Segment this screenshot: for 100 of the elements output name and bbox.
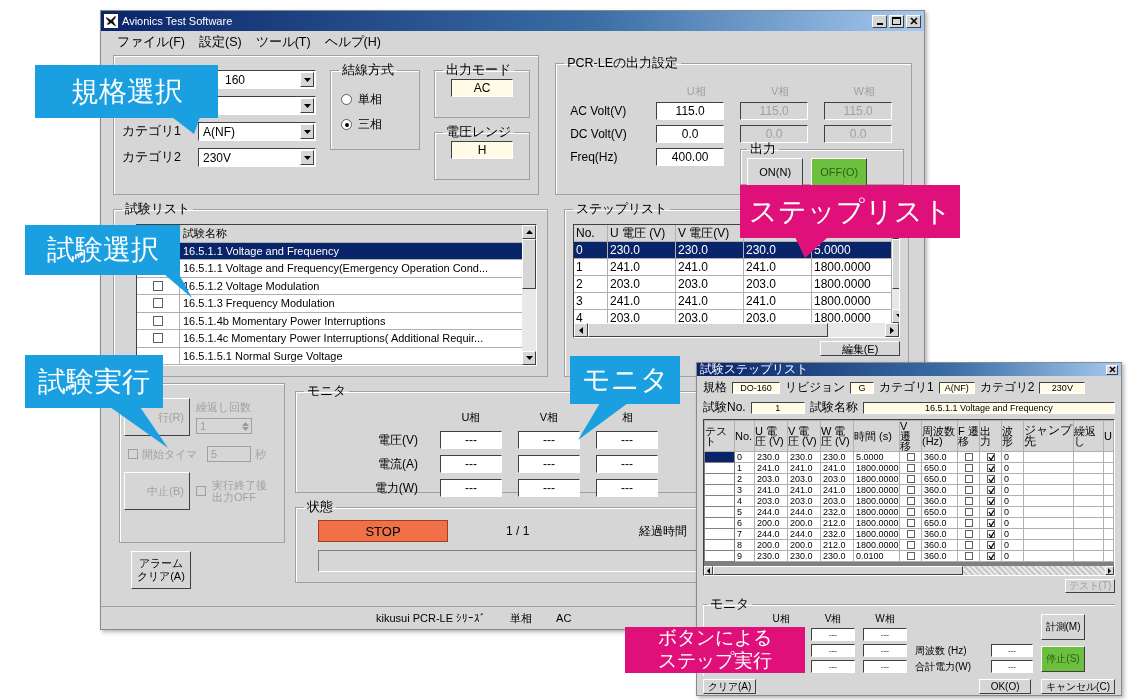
checkbox[interactable] (986, 530, 995, 539)
table-cell: 2 (734, 473, 755, 485)
checkbox[interactable] (964, 464, 973, 473)
checkbox[interactable] (986, 453, 995, 462)
scroll-thumb[interactable] (713, 566, 963, 575)
checkbox[interactable] (906, 453, 915, 462)
checkbox[interactable] (986, 519, 995, 528)
menu-item[interactable]: ヘルプ(H) (324, 34, 381, 48)
checkbox[interactable] (986, 497, 995, 506)
checkbox[interactable] (964, 453, 973, 462)
row-selector[interactable] (704, 539, 735, 551)
dropdown[interactable]: A(NF) (198, 122, 316, 141)
checkbox[interactable] (906, 497, 915, 506)
scrollbar[interactable] (574, 323, 899, 337)
row-selector[interactable] (704, 550, 735, 562)
checkbox[interactable] (964, 519, 973, 528)
checkbox[interactable] (986, 464, 995, 473)
checkbox[interactable] (906, 475, 915, 484)
checkbox[interactable] (986, 508, 995, 517)
input-field[interactable]: 0.0 (656, 124, 725, 143)
row-selector[interactable] (704, 517, 735, 529)
checkbox[interactable] (964, 541, 973, 550)
checkbox[interactable] (906, 508, 915, 517)
checkbox[interactable] (906, 519, 915, 528)
scroll-left-button[interactable] (574, 323, 588, 337)
scroll-up-button[interactable] (522, 225, 536, 239)
clear-button[interactable]: クリア(A) (703, 679, 757, 694)
alarm-clear-button[interactable]: アラーム クリア(A) (131, 551, 191, 589)
close-button[interactable] (1106, 364, 1118, 375)
checkbox[interactable] (986, 552, 995, 561)
close-button[interactable] (906, 14, 921, 28)
checkbox[interactable] (906, 464, 915, 473)
scroll-thumb[interactable] (588, 323, 828, 337)
scrollbar[interactable] (522, 225, 536, 365)
checkbox[interactable] (964, 508, 973, 517)
table-cell: 241.0 (820, 462, 854, 474)
ok-button[interactable]: OK(O) (979, 679, 1032, 694)
checkbox[interactable] (964, 530, 973, 539)
status-indicator: STOP (318, 520, 448, 542)
menu-item[interactable]: 設定(S) (198, 34, 242, 48)
minimize-button[interactable] (872, 14, 887, 28)
table-cell: 241.0 (744, 293, 812, 309)
test-name[interactable]: 16.5.1.4c Momentary Power Interruptions( Additional Requir... (180, 332, 484, 345)
checkbox[interactable] (986, 475, 995, 484)
menu-item[interactable]: ファイル(F) (117, 34, 185, 48)
checkbox[interactable] (964, 497, 973, 506)
test-name[interactable]: 16.5.1.5.1 Normal Surge Voltage (180, 349, 343, 362)
scroll-thumb[interactable] (522, 239, 536, 289)
table-cell: 5 (734, 506, 755, 518)
test-name[interactable]: 16.5.1.4b Momentary Power Interruptions (180, 314, 386, 327)
row-selector[interactable] (704, 462, 735, 474)
scroll-right-button[interactable] (1105, 566, 1114, 575)
callout-tooltip: 試験選択 (25, 225, 180, 275)
table-cell: 241.0 (787, 462, 821, 474)
table-cell: 200.0 (754, 517, 788, 529)
input-field[interactable]: 115.0 (656, 101, 725, 120)
radio-button[interactable] (341, 94, 352, 105)
checkbox[interactable] (153, 315, 163, 326)
row-selector[interactable] (704, 451, 735, 463)
row-selector[interactable] (704, 473, 735, 485)
edit-button[interactable]: 編集(E) (820, 341, 900, 356)
maximize-button[interactable] (889, 14, 904, 28)
checkbox[interactable] (964, 475, 973, 484)
checkbox[interactable] (906, 530, 915, 539)
checkbox[interactable] (153, 298, 163, 309)
checkbox[interactable] (986, 541, 995, 550)
test-name[interactable]: 16.5.1.3 Frequency Modulation (180, 297, 335, 310)
row-selector[interactable] (704, 506, 735, 518)
row-selector[interactable] (704, 528, 735, 540)
readout-field: --- (811, 628, 855, 641)
checkbox[interactable] (964, 552, 973, 561)
row-selector[interactable] (704, 495, 735, 507)
checkbox[interactable] (986, 486, 995, 495)
checkbox[interactable] (906, 486, 915, 495)
dropdown[interactable]: 230V (198, 148, 316, 167)
checkbox[interactable] (906, 541, 915, 550)
stop-button[interactable]: 停止(S) (1041, 645, 1085, 672)
checkbox[interactable] (153, 333, 163, 344)
input-field[interactable]: 400.00 (656, 147, 725, 166)
measure-button[interactable]: 計測(M) (1041, 614, 1085, 640)
checkbox[interactable] (128, 449, 138, 459)
scroll-down-button[interactable] (522, 351, 536, 365)
scrollbar[interactable] (704, 566, 1114, 575)
menu-item[interactable]: ツール(T) (255, 34, 311, 48)
radio-button[interactable] (341, 119, 352, 130)
test-name[interactable]: 16.5.1.2 Voltage Modulation (180, 279, 320, 292)
test-name[interactable]: 16.5.1.1 Voltage and Frequency(Emergency Operation Cond... (180, 262, 489, 275)
checkbox[interactable] (906, 552, 915, 561)
field-label: 規格 (703, 379, 727, 396)
cancel-button[interactable]: キャンセル(C) (1041, 679, 1115, 694)
scroll-right-button[interactable] (885, 323, 899, 337)
table-cell: 241.0 (820, 484, 854, 496)
scroll-left-button[interactable] (704, 566, 713, 575)
table-cell: 0 (1001, 495, 1024, 507)
checkbox[interactable] (964, 486, 973, 495)
checkbox[interactable] (153, 280, 163, 291)
output-button[interactable]: ON(N) (747, 158, 804, 186)
checkbox[interactable] (196, 486, 206, 496)
column-label: U相 (771, 612, 791, 626)
row-selector[interactable] (704, 484, 735, 496)
